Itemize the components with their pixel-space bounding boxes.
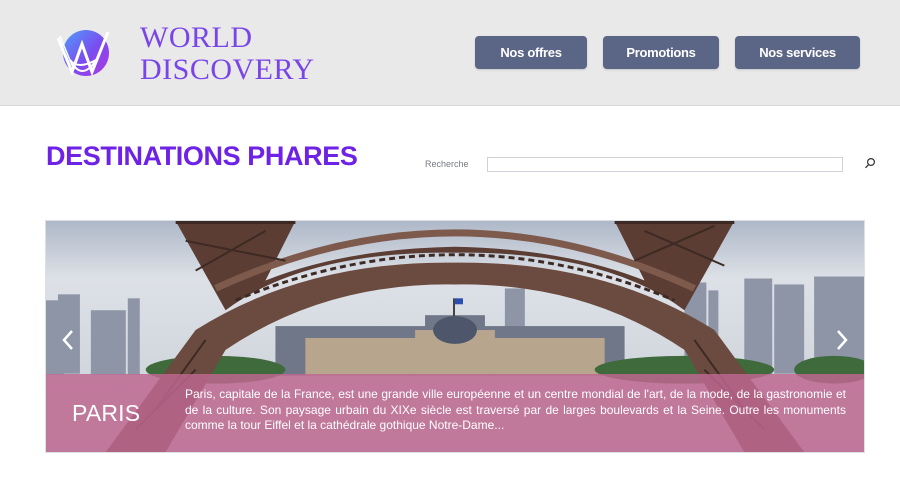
logo-line-1: WORLD bbox=[140, 21, 253, 54]
destination-slider[interactable]: PARIS Paris, capitale de la France, est … bbox=[45, 220, 865, 453]
main-nav: Nos offres Promotions Nos services bbox=[475, 36, 860, 69]
nav-offres-button[interactable]: Nos offres bbox=[475, 36, 587, 69]
page-title: DESTINATIONS PHARES bbox=[46, 141, 358, 171]
world-discovery-monogram-icon bbox=[56, 30, 110, 77]
caption-city: PARIS bbox=[72, 400, 141, 426]
nav-promotions-button[interactable]: Promotions bbox=[603, 36, 719, 69]
caption-description: Paris, capitale de la France, est une gr… bbox=[185, 387, 846, 432]
logo-line-2: DISCOVERY bbox=[140, 53, 315, 86]
chevron-right-icon[interactable] bbox=[834, 329, 850, 351]
search-label: Recherche bbox=[425, 159, 469, 169]
header: WORLD DISCOVERY Nos offres Promotions No… bbox=[0, 0, 900, 106]
chevron-left-icon[interactable] bbox=[60, 329, 76, 351]
search-input[interactable] bbox=[487, 157, 843, 172]
site-logo[interactable]: WORLD DISCOVERY bbox=[52, 16, 342, 90]
search-icon[interactable] bbox=[863, 156, 877, 170]
logo-wordmark: WORLD DISCOVERY bbox=[140, 22, 315, 86]
nav-services-button[interactable]: Nos services bbox=[735, 36, 860, 69]
slide-caption: PARIS Paris, capitale de la France, est … bbox=[46, 374, 864, 452]
